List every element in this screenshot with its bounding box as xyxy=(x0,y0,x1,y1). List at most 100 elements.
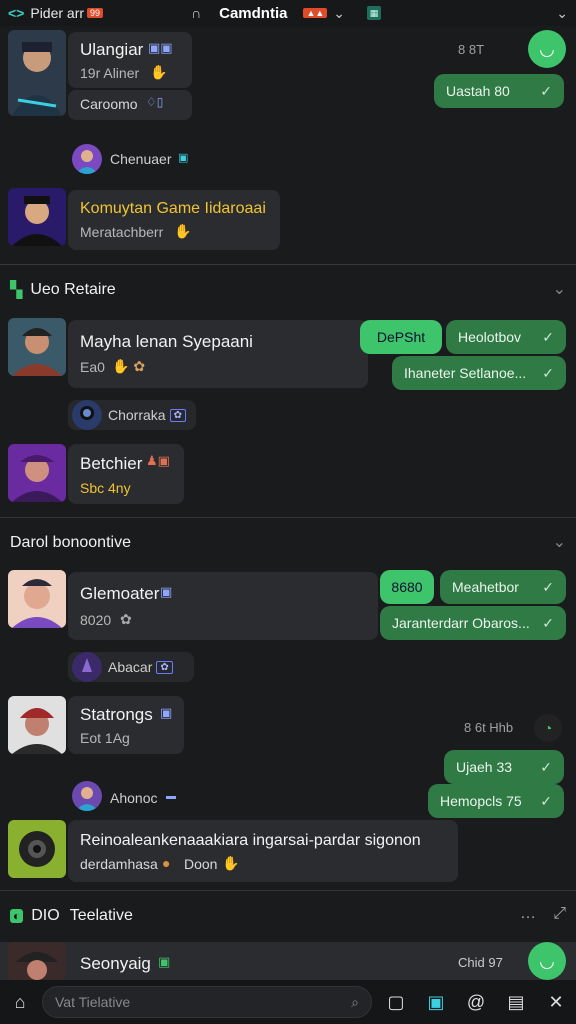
avatar[interactable] xyxy=(8,30,66,116)
section-icon: ▚ xyxy=(10,281,23,299)
timestamp: 8 8T xyxy=(458,42,485,57)
chat-card-c5[interactable] xyxy=(68,572,378,640)
message-bubble[interactable]: Uastah 80 ✓ xyxy=(434,74,564,108)
bubble-text: Heolotbov xyxy=(458,329,522,345)
check-icon: ✓ xyxy=(540,82,552,99)
compose-button[interactable]: ◡ xyxy=(528,942,566,980)
message-bubble[interactable]: Meahetbor ✓ xyxy=(440,570,566,604)
chat-preview: Ea0 xyxy=(80,359,105,375)
section-header[interactable]: ◐ DIO Teelative … ⤢ xyxy=(0,890,576,940)
message-bubble[interactable]: Heolotbov ✓ xyxy=(446,320,566,354)
chat-name: Statrongs xyxy=(80,705,153,724)
home-icon[interactable]: ⌂ xyxy=(8,990,32,1014)
message-bubble[interactable]: Ujaeh 33 ✓ xyxy=(444,750,564,784)
chat-preview: Sbc 4ny xyxy=(80,480,131,496)
chevron-down-icon[interactable]: ⌄ xyxy=(553,279,566,299)
chip-label: Chenuaer xyxy=(110,151,172,167)
emoji-icon: ● xyxy=(162,855,171,871)
mic-icon[interactable]: ∩ xyxy=(191,5,201,21)
badge-icon: ✿ xyxy=(169,408,186,422)
chip-label: Abacar xyxy=(108,659,153,675)
section-header[interactable]: ▚ Ueo Retaire ⌄ xyxy=(0,264,576,314)
chip-label: Ahonoc xyxy=(110,790,158,806)
at-icon[interactable]: @ xyxy=(464,990,488,1014)
chat-text-line: Doon xyxy=(184,856,218,872)
chevron-down-icon[interactable]: ⌄ xyxy=(556,5,568,22)
title-tag: ▲▲ xyxy=(303,8,328,18)
app-icon[interactable] xyxy=(163,6,177,20)
chat-card-c7[interactable] xyxy=(68,820,458,882)
badge-icon: ▣▣ xyxy=(148,40,173,55)
avatar[interactable] xyxy=(72,400,102,430)
pin-icon[interactable]: ⤢ xyxy=(553,905,566,923)
reaction-icon[interactable]: ◔ xyxy=(534,714,562,742)
bottom-bar: ⌂ Vat Tielative ⌕ ▢ ▣ @ ▤ ✕ xyxy=(0,980,576,1024)
avatar[interactable] xyxy=(8,820,66,878)
chat-preview: 8020 xyxy=(80,612,112,628)
back-icon[interactable]: <> xyxy=(8,5,24,21)
avatar[interactable] xyxy=(72,781,102,811)
chat-name: Betchier xyxy=(80,454,143,473)
chat-name: Mayha lenan Syepaani xyxy=(80,332,253,351)
avatar[interactable] xyxy=(8,188,66,246)
check-icon: ✓ xyxy=(542,328,554,345)
message-bubble[interactable]: Ihaneter Setlanoe... ✓ xyxy=(392,356,566,390)
search-placeholder: Vat Tielative xyxy=(55,994,131,1010)
settings-icon[interactable]: ✕ xyxy=(544,990,568,1014)
chat-text-line: Reinoaleankenaaakiara ingarsai-pardar si… xyxy=(80,832,421,849)
chat-text-line: derdamhasa xyxy=(80,856,158,872)
avatar[interactable] xyxy=(8,696,66,754)
more-icon[interactable]: … xyxy=(520,905,536,923)
grid-icon[interactable]: ▦ xyxy=(367,6,382,20)
search-icon[interactable]: ⌕ xyxy=(351,994,359,1011)
media-icon[interactable]: ▤ xyxy=(504,990,528,1014)
timestamp: Chid 97 xyxy=(458,955,503,970)
message-bubble-highlight[interactable]: DePSht xyxy=(360,320,442,354)
message-bubble[interactable]: Jaranterdarr Obaros... ✓ xyxy=(380,606,566,640)
check-icon: ✓ xyxy=(542,614,554,631)
chat-name: Seonyaig xyxy=(80,954,151,973)
message-bubble[interactable]: Hemopcls 75 ✓ xyxy=(428,784,564,818)
avatar[interactable] xyxy=(8,318,66,376)
avatar[interactable] xyxy=(72,144,102,174)
hand-emoji-icon: ✋ xyxy=(174,223,192,239)
avatar[interactable] xyxy=(8,570,66,628)
check-icon: ✓ xyxy=(542,364,554,381)
bubble-text: Uastah 80 xyxy=(446,83,510,99)
section-title: Teelative xyxy=(69,906,133,924)
chat-card-c3[interactable] xyxy=(68,320,368,388)
badge-icon: ♟▣ xyxy=(146,453,170,468)
badge-icon: ▣ xyxy=(160,705,173,720)
compose-button[interactable]: ◡ xyxy=(528,30,566,68)
avatar[interactable] xyxy=(72,652,102,682)
badge-icon: ✿ xyxy=(156,660,173,674)
emoji-icon: ✿ xyxy=(120,611,132,627)
hand-emoji-icon: ✋ xyxy=(150,64,168,80)
badge-icon: ♢▯ xyxy=(146,95,164,109)
top-left-tag: 99 xyxy=(87,8,104,18)
bubble-text: Hemopcls 75 xyxy=(440,793,522,809)
avatar[interactable] xyxy=(8,444,66,502)
avatar[interactable] xyxy=(8,942,66,980)
top-left-label[interactable]: Pider arr xyxy=(30,5,84,21)
section-header[interactable]: Darol bonoontive ⌄ xyxy=(0,517,576,567)
bookmark-icon[interactable]: ▣ xyxy=(424,990,448,1014)
chevron-down-icon[interactable]: ⌄ xyxy=(553,532,566,552)
timestamp: 8 6t Hhb xyxy=(464,720,514,735)
chat-preview: Meratachberr xyxy=(80,224,164,240)
chat-name: Caroomo xyxy=(80,96,138,112)
chip-label: Chorraka xyxy=(108,407,166,423)
badge-icon: ▣ xyxy=(158,954,171,969)
section-icon: ◐ xyxy=(10,908,24,923)
chat-card-c2[interactable] xyxy=(68,190,280,250)
emoji-icon: ✋ ✿ xyxy=(112,358,146,374)
chat-preview: 19r Aliner xyxy=(80,65,140,81)
bubble-text: Meahetbor xyxy=(452,579,519,595)
search-input[interactable]: Vat Tielative ⌕ xyxy=(42,986,372,1018)
message-bubble-highlight[interactable]: 8680 xyxy=(380,570,434,604)
title-chevron-icon[interactable]: ⌄ xyxy=(333,5,345,22)
page-title: Camdntia xyxy=(219,4,288,22)
bubble-text: Ihaneter Setlanoe... xyxy=(404,365,527,381)
bubble-text: Jaranterdarr Obaros... xyxy=(392,615,530,631)
chat-icon[interactable]: ▢ xyxy=(384,990,408,1014)
